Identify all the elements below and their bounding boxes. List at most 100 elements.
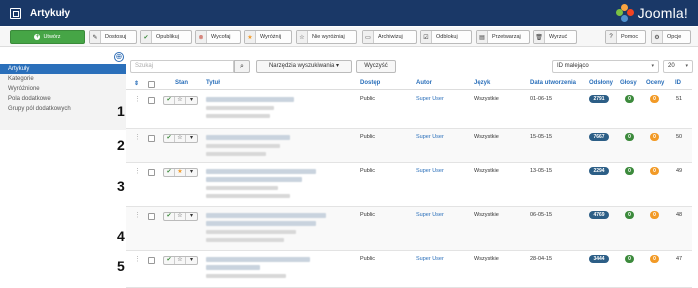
col-hits[interactable]: Odsłony [589, 80, 613, 86]
sidebar-item-field-groups[interactable]: Grupy pól dodatkowych [0, 104, 126, 114]
brand[interactable]: Joomla! [615, 4, 688, 22]
actions-dropdown-icon[interactable]: ▾ [186, 213, 197, 220]
edit-icon: ✎ [90, 31, 101, 43]
article-title-link-cont[interactable] [206, 177, 302, 182]
article-title-link[interactable] [206, 97, 294, 102]
article-title-link-cont[interactable] [206, 265, 260, 270]
search-tools-button[interactable]: Narzędzia wyszukiwania ▾ [256, 60, 352, 73]
published-check-icon[interactable]: ✔ [164, 97, 175, 104]
featured-star-icon[interactable]: ☆ [175, 257, 186, 264]
row-checkbox[interactable] [148, 135, 155, 142]
sidebar-item-fields[interactable]: Pola dodatkowe [0, 94, 126, 104]
author-link[interactable]: Super User [416, 168, 444, 174]
sidebar-toggle-icon[interactable]: ⊕ [114, 52, 124, 62]
hits-badge: 2294 [589, 167, 609, 175]
app-header: Artykuły Joomla! [0, 0, 698, 26]
annotation-number: 4 [117, 228, 125, 244]
created-date: 28-04-15 [530, 256, 553, 262]
id-cell: 51 [676, 96, 683, 102]
archive-icon: ▭ [363, 31, 374, 43]
language-cell: Wszystkie [474, 168, 499, 174]
featured-star-icon[interactable]: ☆ [175, 97, 186, 104]
new-button[interactable]: + Utwórz [10, 30, 85, 44]
published-check-icon[interactable]: ✔ [164, 135, 175, 142]
published-check-icon[interactable]: ✔ [164, 213, 175, 220]
options-button[interactable]: ⚙ Opcje [651, 30, 691, 44]
col-status[interactable]: Stan [175, 80, 188, 86]
row-checkbox[interactable] [148, 169, 155, 176]
drag-handle-icon[interactable]: ⋮ [134, 211, 141, 219]
annotation-number: 2 [117, 137, 125, 153]
sidebar-item-articles[interactable]: Artykuły [0, 64, 126, 74]
col-title[interactable]: Tytuł [206, 80, 220, 86]
col-votes[interactable]: Głosy [620, 80, 637, 86]
article-title-link[interactable] [206, 213, 326, 218]
sidebar-item-categories[interactable]: Kategorie [0, 74, 126, 84]
unpublish-button[interactable]: ⊗ Wycofaj [195, 30, 241, 44]
featured-star-icon[interactable]: ☆ [175, 213, 186, 220]
drag-handle-icon[interactable]: ⋮ [134, 95, 141, 103]
unfeature-button[interactable]: ☆ Nie wyróżniaj [296, 30, 357, 44]
actions-dropdown-icon[interactable]: ▾ [186, 97, 197, 104]
actions-dropdown-icon[interactable]: ▾ [186, 169, 197, 176]
ordering-sort-icon[interactable]: ⇕ [134, 80, 139, 87]
author-link[interactable]: Super User [416, 212, 444, 218]
col-author[interactable]: Autor [416, 80, 432, 86]
limit-select[interactable]: 20 ▾ [663, 60, 693, 73]
author-link[interactable]: Super User [416, 96, 444, 102]
row-checkbox[interactable] [148, 257, 155, 264]
help-button[interactable]: ? Pomoc [605, 30, 646, 44]
col-id[interactable]: ID [675, 80, 681, 86]
id-cell: 49 [676, 168, 683, 174]
published-check-icon[interactable]: ✔ [164, 169, 175, 176]
ratings-badge: 0 [650, 133, 659, 141]
help-icon: ? [606, 31, 617, 43]
id-cell: 50 [676, 134, 683, 140]
ratings-badge: 0 [650, 95, 659, 103]
actions-dropdown-icon[interactable]: ▾ [186, 257, 197, 264]
feature-button[interactable]: ★ Wyróżnij [244, 30, 292, 44]
checkin-button[interactable]: ☑ Odblokuj [420, 30, 472, 44]
drag-handle-icon[interactable]: ⋮ [134, 167, 141, 175]
row-checkbox[interactable] [148, 97, 155, 104]
article-title-link[interactable] [206, 257, 310, 262]
article-title-link[interactable] [206, 135, 290, 140]
author-link[interactable]: Super User [416, 256, 444, 262]
batch-button[interactable]: ▤ Przetwarzaj [476, 30, 530, 44]
article-title-link-cont[interactable] [206, 221, 316, 226]
brand-name: Joomla! [637, 5, 688, 21]
published-check-icon[interactable]: ✔ [164, 257, 175, 264]
created-date: 15-05-15 [530, 134, 553, 140]
annotation-number: 3 [117, 178, 125, 194]
search-button[interactable]: ⌕ [234, 60, 250, 73]
articles-icon [10, 7, 21, 19]
search-input[interactable]: Szukaj [130, 60, 234, 73]
checkin-icon: ☑ [421, 31, 432, 43]
drag-handle-icon[interactable]: ⋮ [134, 133, 141, 141]
publish-button[interactable]: ✔ Opublikuj [140, 30, 192, 44]
article-title-link[interactable] [206, 169, 316, 174]
archive-button[interactable]: ▭ Archiwizuj [362, 30, 417, 44]
col-created[interactable]: Data utworzenia [530, 80, 576, 86]
select-all-checkbox[interactable] [148, 81, 155, 88]
status-controls: ✔ ☆ ▾ [163, 134, 198, 143]
table-header: ⇕ Stan Tytuł Dostęp Autor Język Data utw… [126, 78, 692, 90]
clear-button[interactable]: Wyczyść [356, 60, 396, 73]
actions-dropdown-icon[interactable]: ▾ [186, 135, 197, 142]
table-row: ⋮ ✔ ★ ▾ Public Super User Wszystkie 13-0… [126, 163, 692, 207]
id-cell: 48 [676, 212, 683, 218]
col-language[interactable]: Język [474, 80, 490, 86]
featured-star-icon[interactable]: ★ [175, 169, 186, 176]
search-icon: ⌕ [240, 63, 244, 70]
trash-button[interactable]: 🗑 Wyrzuć [533, 30, 577, 44]
sidebar-item-featured[interactable]: Wyróżnione [0, 84, 126, 94]
col-ratings[interactable]: Oceny [646, 80, 664, 86]
sort-select[interactable]: ID malejąco ▾ [552, 60, 659, 73]
edit-button[interactable]: ✎ Dostosuj [89, 30, 137, 44]
featured-star-icon[interactable]: ☆ [175, 135, 186, 142]
created-date: 13-05-15 [530, 168, 553, 174]
row-checkbox[interactable] [148, 213, 155, 220]
col-access[interactable]: Dostęp [360, 80, 380, 86]
drag-handle-icon[interactable]: ⋮ [134, 255, 141, 263]
author-link[interactable]: Super User [416, 134, 444, 140]
